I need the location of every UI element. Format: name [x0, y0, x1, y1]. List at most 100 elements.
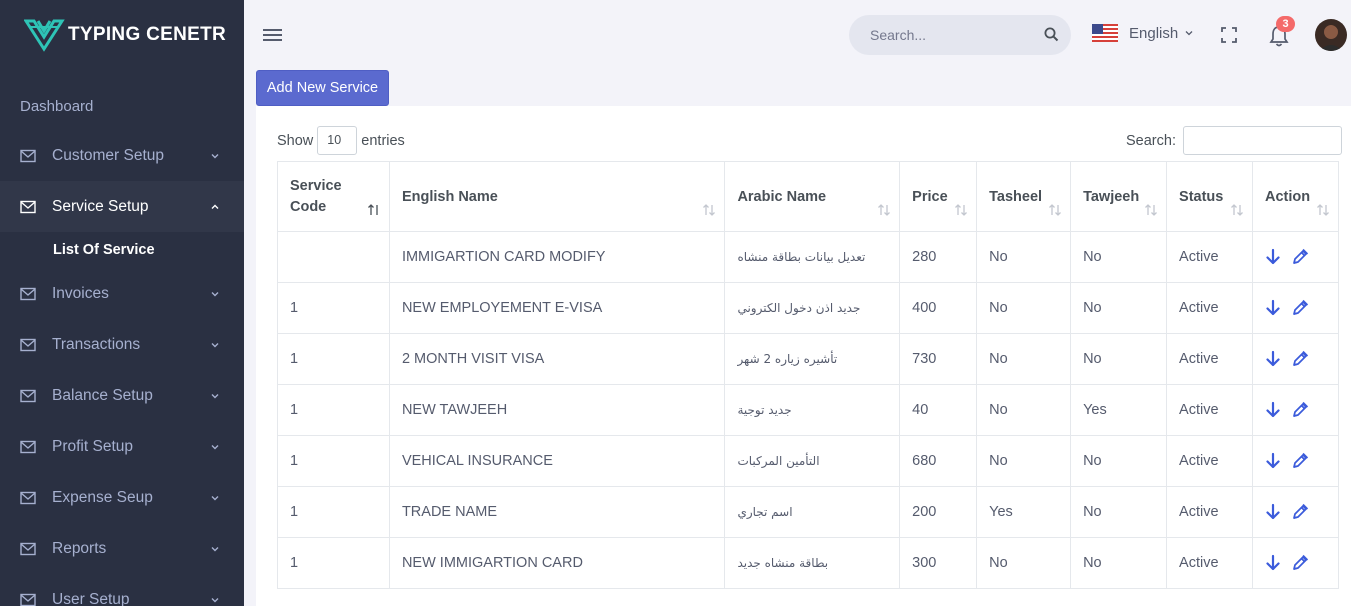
sidebar-item-label: Transactions	[52, 335, 141, 353]
table-search-input[interactable]	[1182, 126, 1342, 155]
cell-actions	[1251, 231, 1340, 283]
user-avatar[interactable]	[1315, 19, 1347, 51]
cell-arabic-name: تأشيره زياره 2 شهر	[724, 333, 901, 385]
cell-tawjeeh: No	[1070, 333, 1168, 385]
column-header-english-name[interactable]: English Name	[388, 161, 726, 232]
cell-status: Active	[1166, 231, 1253, 283]
sidebar-item-label: Customer Setup	[52, 146, 164, 164]
mail-icon	[20, 149, 36, 162]
sidebar-item-expense-setup[interactable]: Expense Seup	[0, 472, 244, 523]
download-icon[interactable]	[1265, 503, 1281, 521]
cell-price: 280	[899, 231, 978, 283]
download-icon[interactable]	[1265, 452, 1281, 470]
cell-price: 200	[899, 486, 978, 538]
sidebar-item-balance-setup[interactable]: Balance Setup	[0, 370, 244, 421]
cell-status: Active	[1166, 384, 1253, 436]
sidebar-item-customer-setup[interactable]: Customer Setup	[0, 130, 244, 181]
us-flag-icon	[1092, 24, 1118, 42]
cell-tawjeeh: No	[1070, 486, 1168, 538]
column-header-arabic-name[interactable]: Arabic Name	[724, 161, 901, 232]
show-label: Show	[277, 132, 314, 149]
cell-tawjeeh: No	[1070, 537, 1168, 589]
brand[interactable]: TYPING CENETR	[0, 0, 244, 70]
submenu-item-list-of-service[interactable]: List Of Service	[0, 232, 244, 268]
sidebar-menu: Dashboard Customer Setup Service Setup L…	[0, 84, 244, 606]
brand-name: TYPING CENETR	[68, 24, 227, 45]
column-header-status[interactable]: Status	[1166, 161, 1253, 232]
chevron-down-icon	[1185, 31, 1193, 36]
chevron-down-icon	[211, 153, 219, 158]
cell-service-code: 1	[277, 486, 390, 538]
sidebar-item-profit-setup[interactable]: Profit Setup	[0, 421, 244, 472]
edit-icon[interactable]	[1291, 350, 1309, 368]
cell-service-code: 1	[277, 333, 390, 385]
mail-icon	[20, 593, 36, 606]
mail-icon	[20, 542, 36, 555]
cell-tasheel: Yes	[976, 486, 1072, 538]
table-row: 1 NEW IMMIGARTION CARD بطاقة منشاه جديد 300…	[277, 537, 1340, 589]
column-header-tawjeeh[interactable]: Tawjeeh	[1070, 161, 1168, 232]
mail-icon	[20, 440, 36, 453]
table-row: 1 NEW EMPLOYEMENT E-VISA جديد اذن دخول الك…	[277, 282, 1340, 334]
chevron-down-icon	[211, 342, 219, 347]
table-row: 1 VEHICAL INSURANCE التأمين المركبات 680 No N…	[277, 435, 1340, 487]
sidebar-item-label: Service Setup	[52, 197, 149, 215]
column-header-tasheel[interactable]: Tasheel	[976, 161, 1072, 232]
edit-icon[interactable]	[1291, 248, 1309, 266]
fullscreen-icon[interactable]	[1220, 26, 1238, 44]
mail-icon	[20, 338, 36, 351]
cell-tawjeeh: Yes	[1070, 384, 1168, 436]
topbar-search	[849, 15, 1071, 55]
cell-tasheel: No	[976, 282, 1072, 334]
cell-price: 680	[899, 435, 978, 487]
column-header-price[interactable]: Price	[899, 161, 978, 232]
download-icon[interactable]	[1265, 401, 1281, 419]
download-icon[interactable]	[1265, 248, 1281, 266]
sidebar-item-invoices[interactable]: Invoices	[0, 268, 244, 319]
edit-icon[interactable]	[1291, 503, 1309, 521]
sort-icon	[703, 204, 716, 216]
download-icon[interactable]	[1265, 350, 1281, 368]
hamburger-menu-icon[interactable]	[262, 26, 284, 44]
cell-arabic-name: جديد توجية	[724, 384, 901, 436]
notification-badge: 3	[1276, 16, 1295, 32]
edit-icon[interactable]	[1291, 401, 1309, 419]
language-label: English	[1129, 24, 1179, 42]
cell-service-code: 1	[277, 537, 390, 589]
sidebar-item-user-setup[interactable]: User Setup	[0, 574, 244, 606]
table-header-row: Service Code English Name Arabic Name Pr…	[277, 161, 1340, 232]
page-length-control: Show 10 entries	[277, 126, 405, 155]
cell-tasheel: No	[976, 435, 1072, 487]
cell-price: 400	[899, 282, 978, 334]
chevron-down-icon	[211, 495, 219, 500]
cell-service-code	[277, 231, 390, 283]
cell-tasheel: No	[976, 333, 1072, 385]
sidebar-item-dashboard[interactable]: Dashboard	[0, 84, 244, 130]
cell-status: Active	[1166, 282, 1253, 334]
add-new-service-button[interactable]: Add New Service	[256, 70, 389, 106]
cell-tawjeeh: No	[1070, 282, 1168, 334]
table-body: IMMIGARTION CARD MODIFY تعديل بيانات بطاق…	[277, 231, 1340, 589]
sidebar-item-transactions[interactable]: Transactions	[0, 319, 244, 370]
cell-tasheel: No	[976, 384, 1072, 436]
edit-icon[interactable]	[1291, 452, 1309, 470]
download-icon[interactable]	[1265, 554, 1281, 572]
search-icon[interactable]	[1044, 27, 1059, 42]
page-length-select[interactable]: 10	[317, 126, 358, 155]
column-header-service-code[interactable]: Service Code	[277, 161, 390, 232]
sort-icon	[1049, 204, 1062, 216]
language-selector[interactable]: English	[1092, 24, 1193, 42]
chevron-down-icon	[211, 546, 219, 551]
search-input[interactable]	[870, 27, 1030, 43]
column-header-action[interactable]: Action	[1251, 161, 1340, 232]
edit-icon[interactable]	[1291, 554, 1309, 572]
table-row: 12 MONTH VISIT VISA تأشيره زياره 2 شهر 730…	[277, 333, 1340, 385]
download-icon[interactable]	[1265, 299, 1281, 317]
mail-icon	[20, 287, 36, 300]
sidebar-item-reports[interactable]: Reports	[0, 523, 244, 574]
cell-service-code: 1	[277, 435, 390, 487]
sidebar-item-service-setup[interactable]: Service Setup	[0, 181, 244, 232]
edit-icon[interactable]	[1291, 299, 1309, 317]
cell-actions	[1251, 282, 1340, 334]
cell-actions	[1251, 537, 1340, 589]
